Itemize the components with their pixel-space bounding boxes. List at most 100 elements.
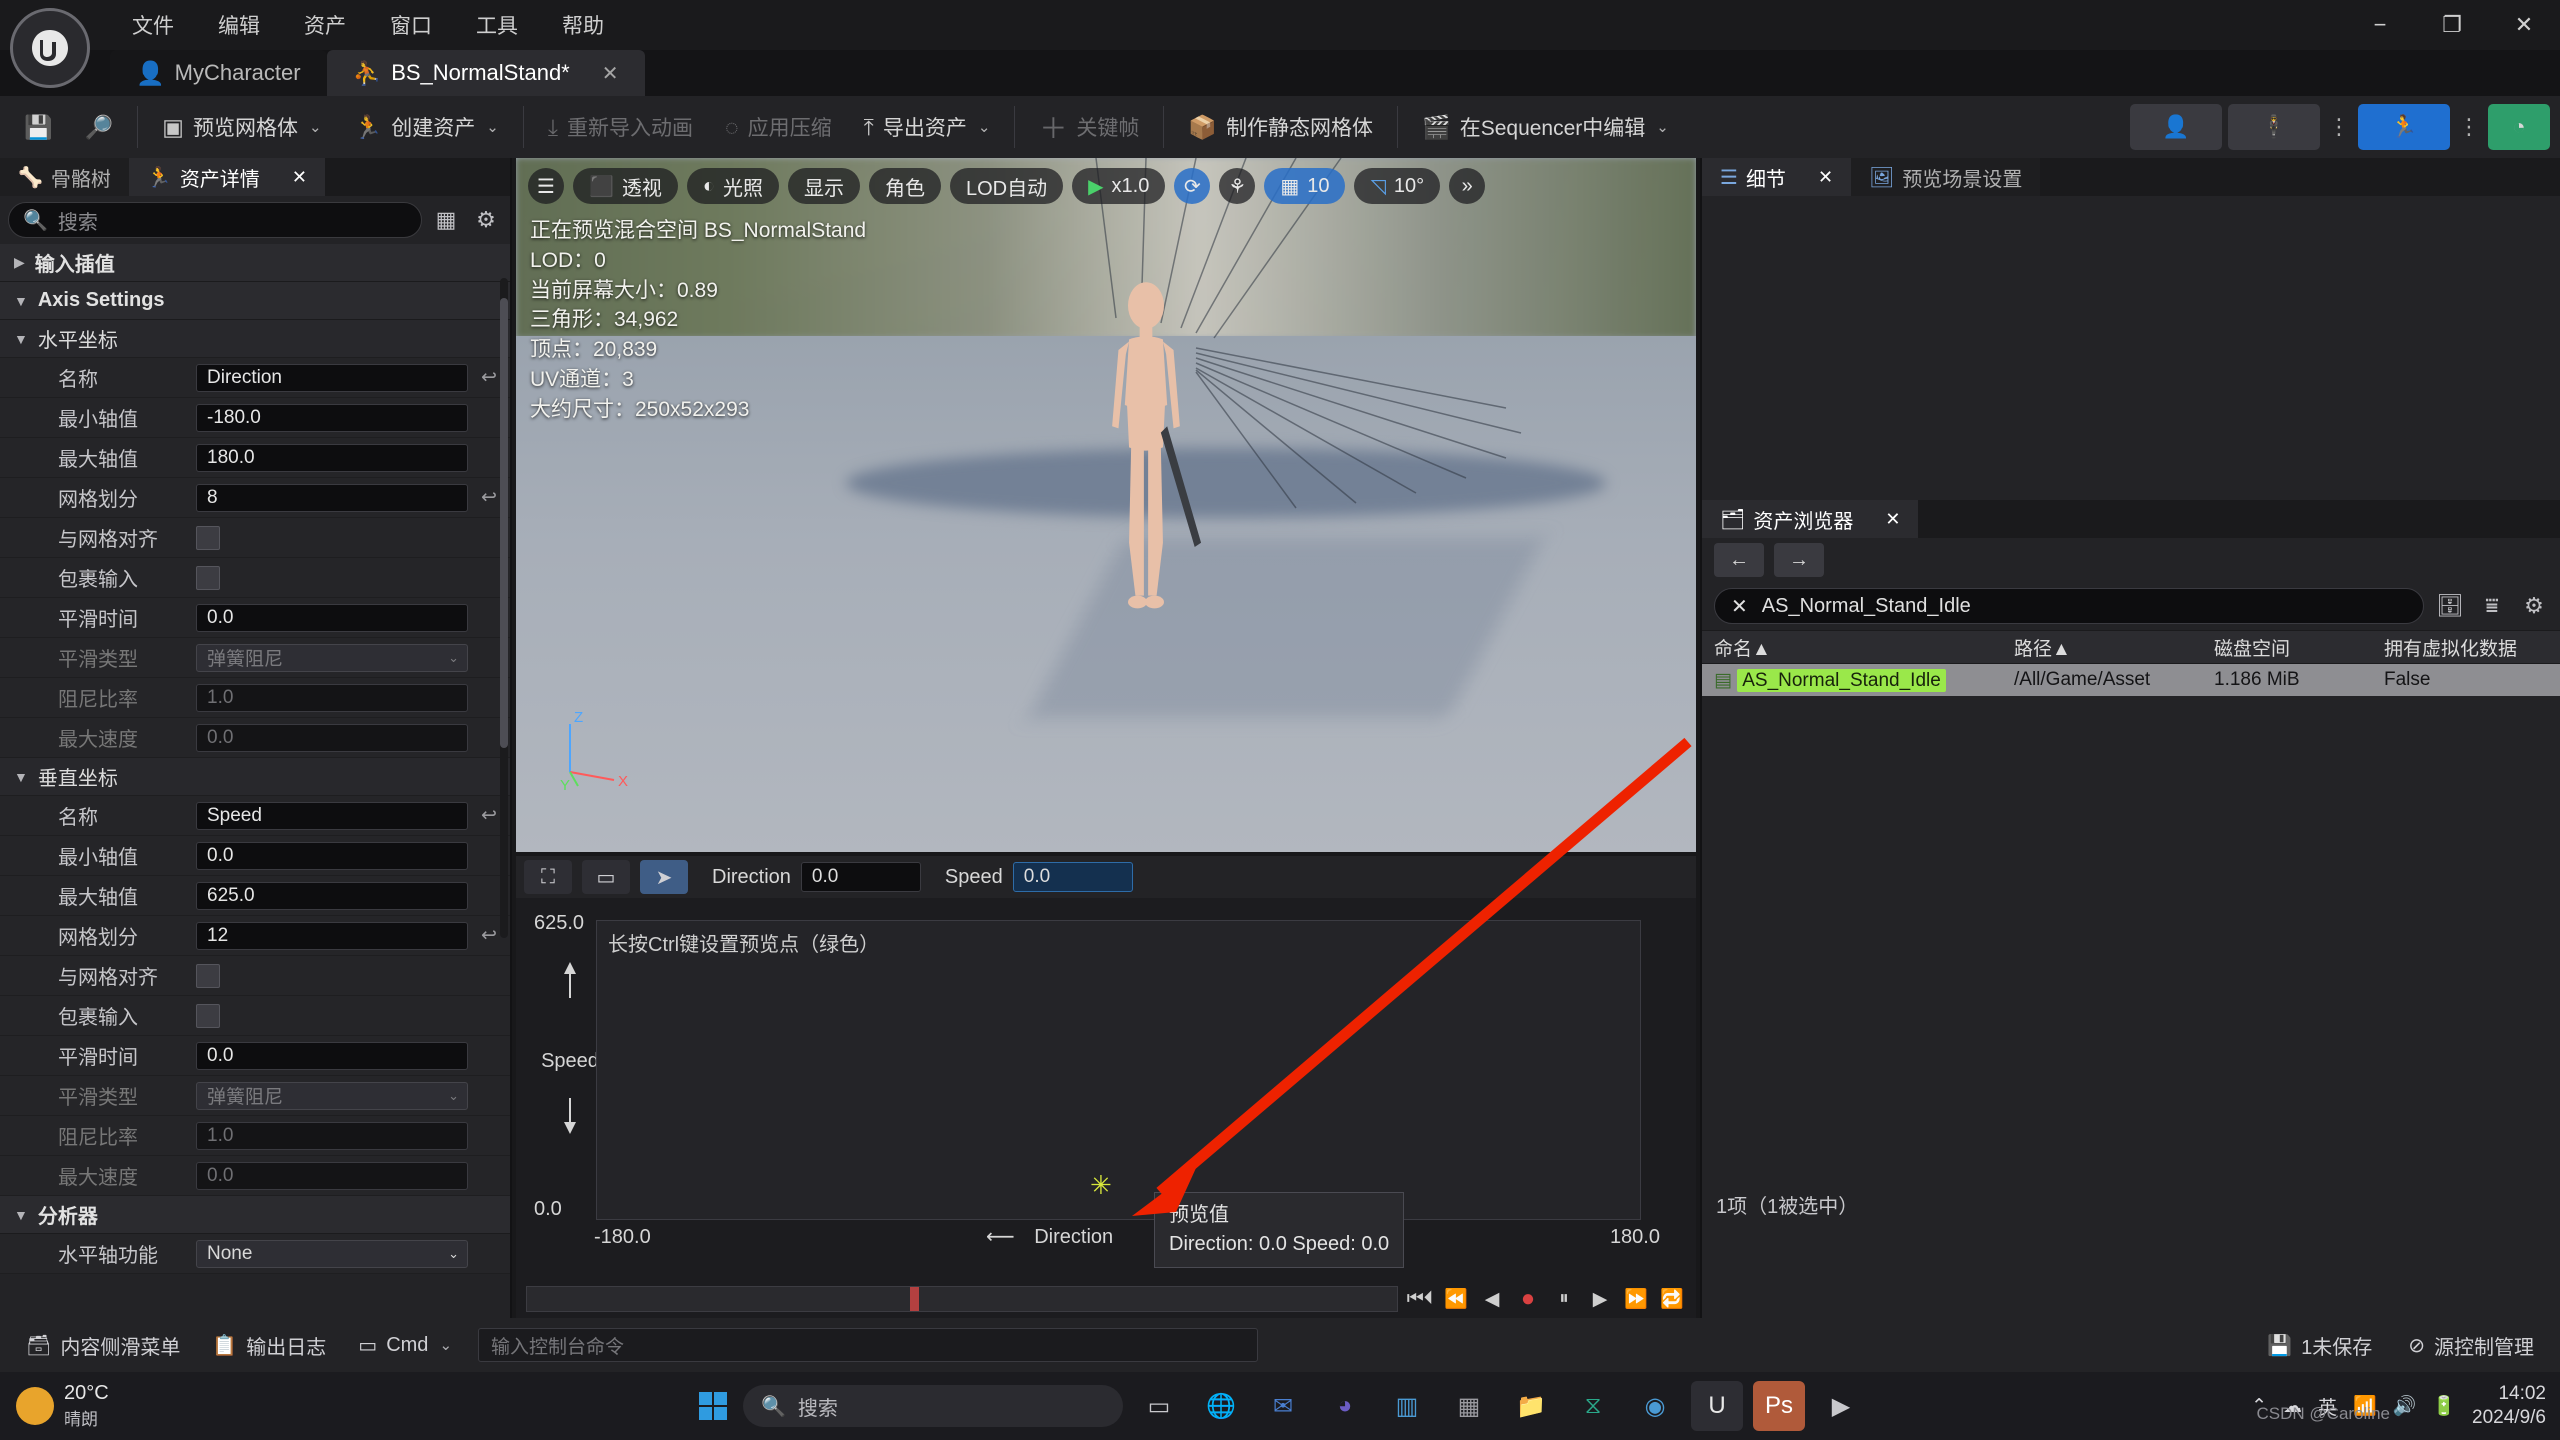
create-asset-button[interactable]: 🏃 创建资产 ⌄: [338, 99, 515, 155]
viewport-lighting-button[interactable]: ◐ 光照: [686, 168, 779, 204]
viewport-character-button[interactable]: 角色: [869, 168, 941, 204]
menu-window[interactable]: 窗口: [368, 2, 454, 48]
vscode-icon[interactable]: ⧖: [1567, 1381, 1619, 1431]
cmd-selector[interactable]: ▭ Cmd ⌄: [342, 1323, 468, 1367]
gear-icon[interactable]: ⚙: [2518, 590, 2550, 622]
blend-sample-point[interactable]: ✳: [1090, 1170, 1112, 1201]
column-disk-size[interactable]: 磁盘空间: [2202, 634, 2372, 661]
viewport-perspective-button[interactable]: ⬛ 透视: [573, 168, 678, 204]
column-path[interactable]: 路径▲: [2002, 634, 2202, 661]
media-icon[interactable]: ▶: [1815, 1381, 1867, 1431]
browse-button[interactable]: 🔎: [69, 99, 130, 155]
minimize-button[interactable]: −: [2344, 0, 2416, 50]
group-input-interpolation[interactable]: ▶ 输入插值: [0, 244, 510, 282]
text-field[interactable]: Speed: [196, 801, 468, 830]
reimport-animation-button[interactable]: ⤓ 重新导入动画: [532, 99, 709, 155]
preview-mesh-button[interactable]: ▣ 预览网格体 ⌄: [146, 99, 337, 155]
weather-widget[interactable]: 20°C 晴朗: [16, 1382, 109, 1430]
viewport-overflow-button[interactable]: »: [1449, 168, 1486, 204]
group-axis-settings[interactable]: ▼ Axis Settings: [0, 282, 510, 320]
revert-icon[interactable]: ↩: [476, 924, 502, 947]
volume-icon[interactable]: 🔊: [2393, 1394, 2417, 1418]
folder-icon[interactable]: 🗄: [2434, 590, 2466, 622]
checkbox[interactable]: [196, 565, 220, 590]
column-virtualized[interactable]: 拥有虚拟化数据: [2372, 634, 2560, 661]
play-mode-button[interactable]: 🏃: [2358, 104, 2450, 150]
edit-in-sequencer-button[interactable]: 🎬 在Sequencer中编辑 ⌄: [1406, 99, 1685, 155]
text-field[interactable]: Direction: [196, 363, 468, 392]
blend-plot[interactable]: 625.0 0.0 Speed 长按Ctrl键设置预览点（绿色） ✳ -180.…: [516, 898, 1696, 1278]
content-drawer-button[interactable]: 🗃 内容侧滑菜单: [10, 1323, 196, 1367]
dropdown[interactable]: 弹簧阻尼 ⌄: [196, 1081, 468, 1110]
text-field[interactable]: -180.0: [196, 403, 468, 432]
store-icon[interactable]: ▥: [1381, 1381, 1433, 1431]
timeline-scrubber[interactable]: [526, 1286, 1398, 1312]
gear-icon[interactable]: ⚙: [470, 204, 502, 236]
revert-icon[interactable]: ↩: [476, 366, 502, 389]
checkbox[interactable]: [196, 1003, 220, 1028]
dropdown[interactable]: None ⌄: [196, 1239, 468, 1268]
apply-compression-button[interactable]: ◌ 应用压缩: [709, 99, 848, 155]
chrome-icon[interactable]: ◉: [1629, 1381, 1681, 1431]
menu-edit[interactable]: 编辑: [196, 2, 282, 48]
maximize-button[interactable]: ❐: [2416, 0, 2488, 50]
checkbox[interactable]: [196, 525, 220, 550]
tab-bs-normalstand[interactable]: ⛹ BS_NormalStand* ✕: [326, 50, 645, 96]
viewport-menu-button[interactable]: ☰: [528, 168, 564, 204]
teams-icon[interactable]: ◕: [1319, 1381, 1371, 1431]
play-forward-button[interactable]: ▶: [1586, 1284, 1614, 1314]
step-back-button[interactable]: ⏪: [1442, 1284, 1470, 1314]
checkbox[interactable]: [196, 963, 220, 988]
tab-details[interactable]: ☰ 细节 ✕: [1702, 158, 1852, 196]
text-field[interactable]: 0.0: [196, 1041, 468, 1070]
fit-to-view-button[interactable]: ⛶: [524, 860, 572, 894]
text-field[interactable]: 180.0: [196, 443, 468, 472]
text-field[interactable]: 8: [196, 483, 468, 512]
text-field[interactable]: 1.0: [196, 1121, 468, 1150]
make-static-mesh-button[interactable]: 📦 制作静态网格体: [1172, 99, 1389, 155]
more-options-icon[interactable]: ⋮: [2326, 104, 2352, 150]
filter-icon[interactable]: ⩸: [2476, 590, 2508, 622]
step-forward-button[interactable]: ⏩: [1622, 1284, 1650, 1314]
preview-viewport[interactable]: ☰ ⬛ 透视 ◐ 光照 显示 角色 LOD自动 ▶ x1.0 ⟳ ⚘ ▦ 10 …: [516, 158, 1696, 852]
character-mode-button[interactable]: 👤: [2130, 104, 2222, 150]
skip-start-button[interactable]: ⏮⏴: [1406, 1284, 1434, 1314]
viewport-lod-button[interactable]: LOD自动: [950, 168, 1064, 204]
viewport-angle-snap-button[interactable]: ◹ 10°: [1354, 168, 1441, 204]
text-field[interactable]: 0.0: [196, 1161, 468, 1190]
task-view-icon[interactable]: ▭: [1133, 1381, 1185, 1431]
subgroup-horizontal-axis[interactable]: ▼ 水平坐标: [0, 320, 510, 358]
asset-filter-input[interactable]: ✕ AS_Normal_Stand_Idle: [1714, 588, 2424, 624]
tab-preview-scene-settings[interactable]: 🖼 预览场景设置: [1851, 158, 2041, 196]
calc-icon[interactable]: ▦: [1443, 1381, 1495, 1431]
direction-input[interactable]: 0.0: [800, 862, 921, 892]
back-button[interactable]: ←: [1714, 543, 1764, 577]
table-row[interactable]: ▤ AS_Normal_Stand_Idle /All/Game/Asset 1…: [1702, 664, 2560, 696]
mail-icon[interactable]: ✉: [1257, 1381, 1309, 1431]
start-button[interactable]: [693, 1386, 733, 1426]
settings-round-button[interactable]: ◔: [2488, 104, 2550, 150]
battery-icon[interactable]: 🔋: [2432, 1394, 2456, 1418]
text-field[interactable]: 1.0: [196, 683, 468, 712]
close-icon[interactable]: ✕: [1885, 509, 1900, 530]
edge-icon[interactable]: 🌐: [1195, 1381, 1247, 1431]
close-icon[interactable]: ✕: [1818, 167, 1833, 188]
text-field[interactable]: 625.0: [196, 881, 468, 910]
save-button[interactable]: 💾: [8, 99, 69, 155]
record-button[interactable]: ●: [1514, 1284, 1542, 1314]
grid-icon[interactable]: ▦: [430, 204, 462, 236]
keyframe-button[interactable]: ＋ 关键帧: [1023, 99, 1155, 155]
pause-button[interactable]: ⏸: [1550, 1284, 1578, 1314]
dropdown[interactable]: 弹簧阻尼 ⌄: [196, 643, 468, 672]
revert-icon[interactable]: ↩: [476, 804, 502, 827]
clear-icon[interactable]: ✕: [1731, 594, 1748, 619]
close-icon[interactable]: ✕: [292, 167, 307, 188]
text-field[interactable]: 0.0: [196, 603, 468, 632]
more-options-icon[interactable]: ⋮: [2456, 104, 2482, 150]
plot-area[interactable]: [596, 920, 1641, 1220]
blend-space-graph[interactable]: ⛶ ▭ ➤ Direction 0.0 Speed 0.0 625.0 0.0 …: [516, 856, 1696, 1318]
viewport-playrate-button[interactable]: ▶ x1.0: [1072, 168, 1166, 204]
menu-tools[interactable]: 工具: [454, 2, 540, 48]
output-log-button[interactable]: 📋 输出日志: [196, 1323, 342, 1367]
speed-input[interactable]: 0.0: [1012, 862, 1133, 892]
